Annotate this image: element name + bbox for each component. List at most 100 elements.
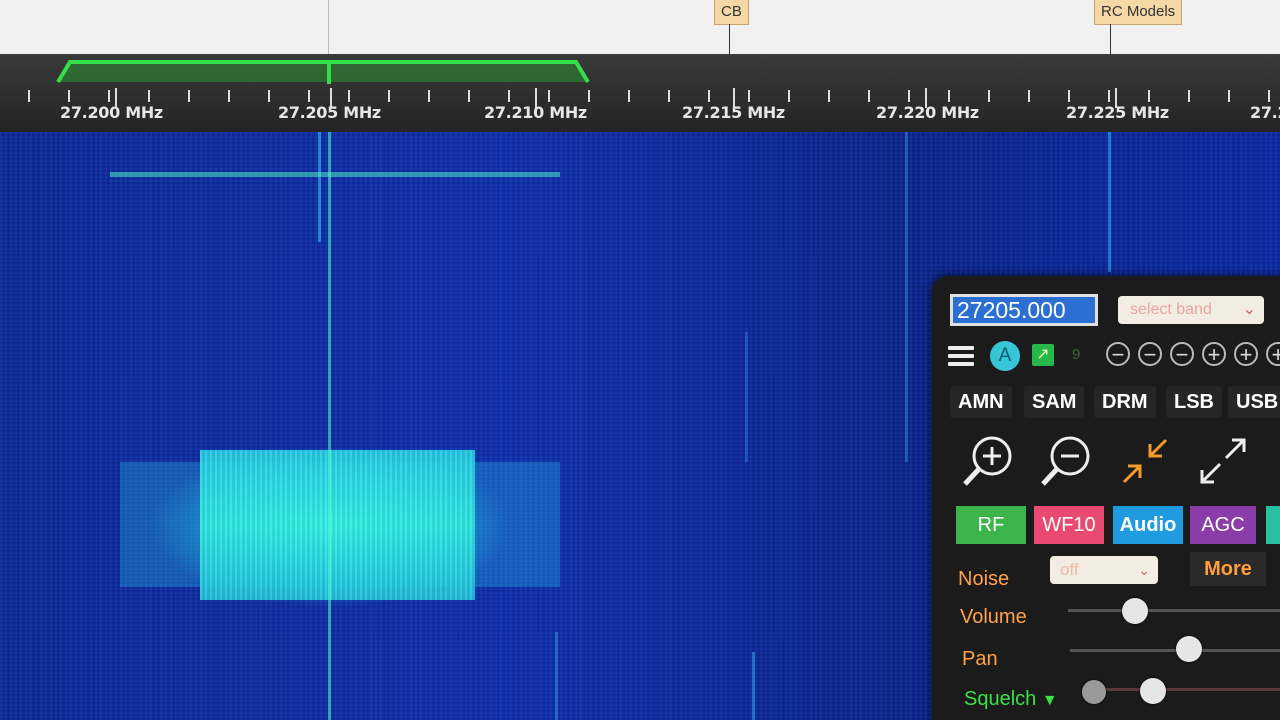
squelch-label-text: Squelch [964, 688, 1037, 710]
frequency-scale[interactable]: 27.200 MHz 27.205 MHz 27.210 MHz 27.215 … [0, 54, 1280, 132]
carrier-line [328, 132, 331, 720]
mode-lsb-button[interactable]: LSB [1166, 386, 1222, 418]
popout-icon[interactable]: ↗ [1032, 344, 1054, 366]
scale-tick [988, 90, 990, 102]
noise-label: Noise [958, 568, 1010, 590]
scale-tick [828, 90, 830, 102]
squelch-threshold-thumb[interactable] [1082, 680, 1106, 704]
zoom-controls [956, 432, 1280, 492]
scale-tick [508, 90, 510, 102]
mode-sam-button[interactable]: SAM [1024, 386, 1085, 418]
carrier-line-secondary [318, 132, 321, 242]
pan-label: Pan [962, 648, 998, 670]
pan-slider-thumb[interactable] [1176, 636, 1202, 662]
kiwisdr-screen: CB RC Models 27.200 MHz 27.205 MHz 27.21… [0, 0, 1280, 720]
zoom-to-band-icon[interactable] [1116, 432, 1174, 490]
chevron-down-icon: ⌄ [1242, 301, 1256, 318]
step-up-large-icon[interactable]: + [1266, 342, 1280, 366]
scale-tick [468, 90, 470, 102]
scale-tick [228, 90, 230, 102]
band-tick [729, 24, 730, 56]
pan-slider-track[interactable] [1070, 649, 1280, 652]
freq-label-27210: 27.210 MHz [484, 103, 587, 122]
scale-tick [1028, 90, 1030, 102]
noise-line [752, 652, 755, 720]
scale-tick [1268, 90, 1270, 102]
scale-tick [628, 90, 630, 102]
tab-wf10[interactable]: WF10 [1034, 506, 1104, 544]
icon-toolbar: A ↗ 9 − − − + + + [948, 340, 1280, 374]
band-divider [328, 0, 329, 56]
scale-tick [428, 90, 430, 102]
band-tag-rc-models[interactable]: RC Models [1094, 0, 1183, 25]
scale-tick [868, 90, 870, 102]
scale-tick [588, 90, 590, 102]
scale-tick [1108, 90, 1110, 102]
volume-slider-track[interactable] [1068, 609, 1280, 612]
scale-tick [28, 90, 30, 102]
scale-tick [388, 90, 390, 102]
scale-tick [308, 90, 310, 102]
band-bar: CB RC Models [0, 0, 1280, 56]
triangle-down-icon: ▼ [1041, 692, 1058, 709]
scale-tick [708, 90, 710, 102]
noise-select-value: off [1060, 560, 1079, 579]
freq-label-27215: 27.215 MHz [682, 103, 785, 122]
tab-audio[interactable]: Audio [1113, 506, 1183, 544]
tab-rf[interactable]: RF [956, 506, 1026, 544]
tab-agc[interactable]: AGC [1190, 506, 1256, 544]
passband-indicator[interactable] [0, 54, 1280, 84]
freq-label-27220: 27.220 MHz [876, 103, 979, 122]
scale-tick [148, 90, 150, 102]
zoom-max-out-icon[interactable] [1194, 432, 1252, 490]
signal-burst [110, 172, 560, 177]
more-button[interactable]: More [1190, 552, 1266, 586]
control-tabs: RF WF10 Audio AGC [956, 506, 1280, 546]
noise-line [745, 332, 748, 462]
mode-usb-button[interactable]: USB [1228, 386, 1280, 418]
step-up-medium-icon[interactable]: + [1234, 342, 1258, 366]
scale-tick [908, 90, 910, 102]
mode-drm-button[interactable]: DRM [1094, 386, 1156, 418]
scale-tick [548, 90, 550, 102]
squelch-slider-track[interactable] [1082, 688, 1280, 691]
noise-line [1108, 132, 1111, 272]
scale-tick [668, 90, 670, 102]
scale-tick [268, 90, 270, 102]
noise-line [555, 632, 558, 720]
tab-extra[interactable] [1266, 506, 1280, 544]
freq-label-27205: 27.205 MHz [278, 103, 381, 122]
band-tag-cb[interactable]: CB [714, 0, 749, 25]
scale-tick [348, 90, 350, 102]
freq-label-27230: 27.2 [1250, 103, 1280, 122]
freq-label-27200: 27.200 MHz [60, 103, 163, 122]
volume-slider-thumb[interactable] [1122, 598, 1148, 624]
freq-label-27225: 27.225 MHz [1066, 103, 1169, 122]
scale-tick [1188, 90, 1190, 102]
noise-line [905, 132, 908, 462]
mode-buttons: AMN SAM DRM LSB USB [950, 386, 1280, 420]
auto-mode-icon[interactable]: A [990, 341, 1020, 371]
volume-label: Volume [960, 606, 1027, 628]
zoom-in-icon[interactable] [960, 432, 1018, 490]
scale-tick [948, 90, 950, 102]
step-down-large-icon[interactable]: − [1106, 342, 1130, 366]
frequency-input[interactable]: 27205.000 [950, 294, 1098, 326]
scale-tick [788, 90, 790, 102]
chevron-down-icon: ⌄ [1138, 562, 1150, 578]
band-select[interactable]: select band ⌄ [1118, 296, 1264, 324]
step-down-small-icon[interactable]: − [1170, 342, 1194, 366]
mode-amn-button[interactable]: AMN [950, 386, 1012, 418]
scale-tick [748, 90, 750, 102]
menu-icon[interactable] [948, 346, 974, 366]
band-select-value: select band [1130, 301, 1212, 318]
step-down-medium-icon[interactable]: − [1138, 342, 1162, 366]
step-number-icon[interactable]: 9 [1072, 346, 1080, 363]
step-up-small-icon[interactable]: + [1202, 342, 1226, 366]
scale-tick [108, 90, 110, 102]
scale-tick [1148, 90, 1150, 102]
noise-select[interactable]: off ⌄ [1050, 556, 1158, 584]
zoom-out-icon[interactable] [1038, 432, 1096, 490]
squelch-label[interactable]: Squelch ▼ [964, 688, 1058, 711]
squelch-slider-thumb[interactable] [1140, 678, 1166, 704]
